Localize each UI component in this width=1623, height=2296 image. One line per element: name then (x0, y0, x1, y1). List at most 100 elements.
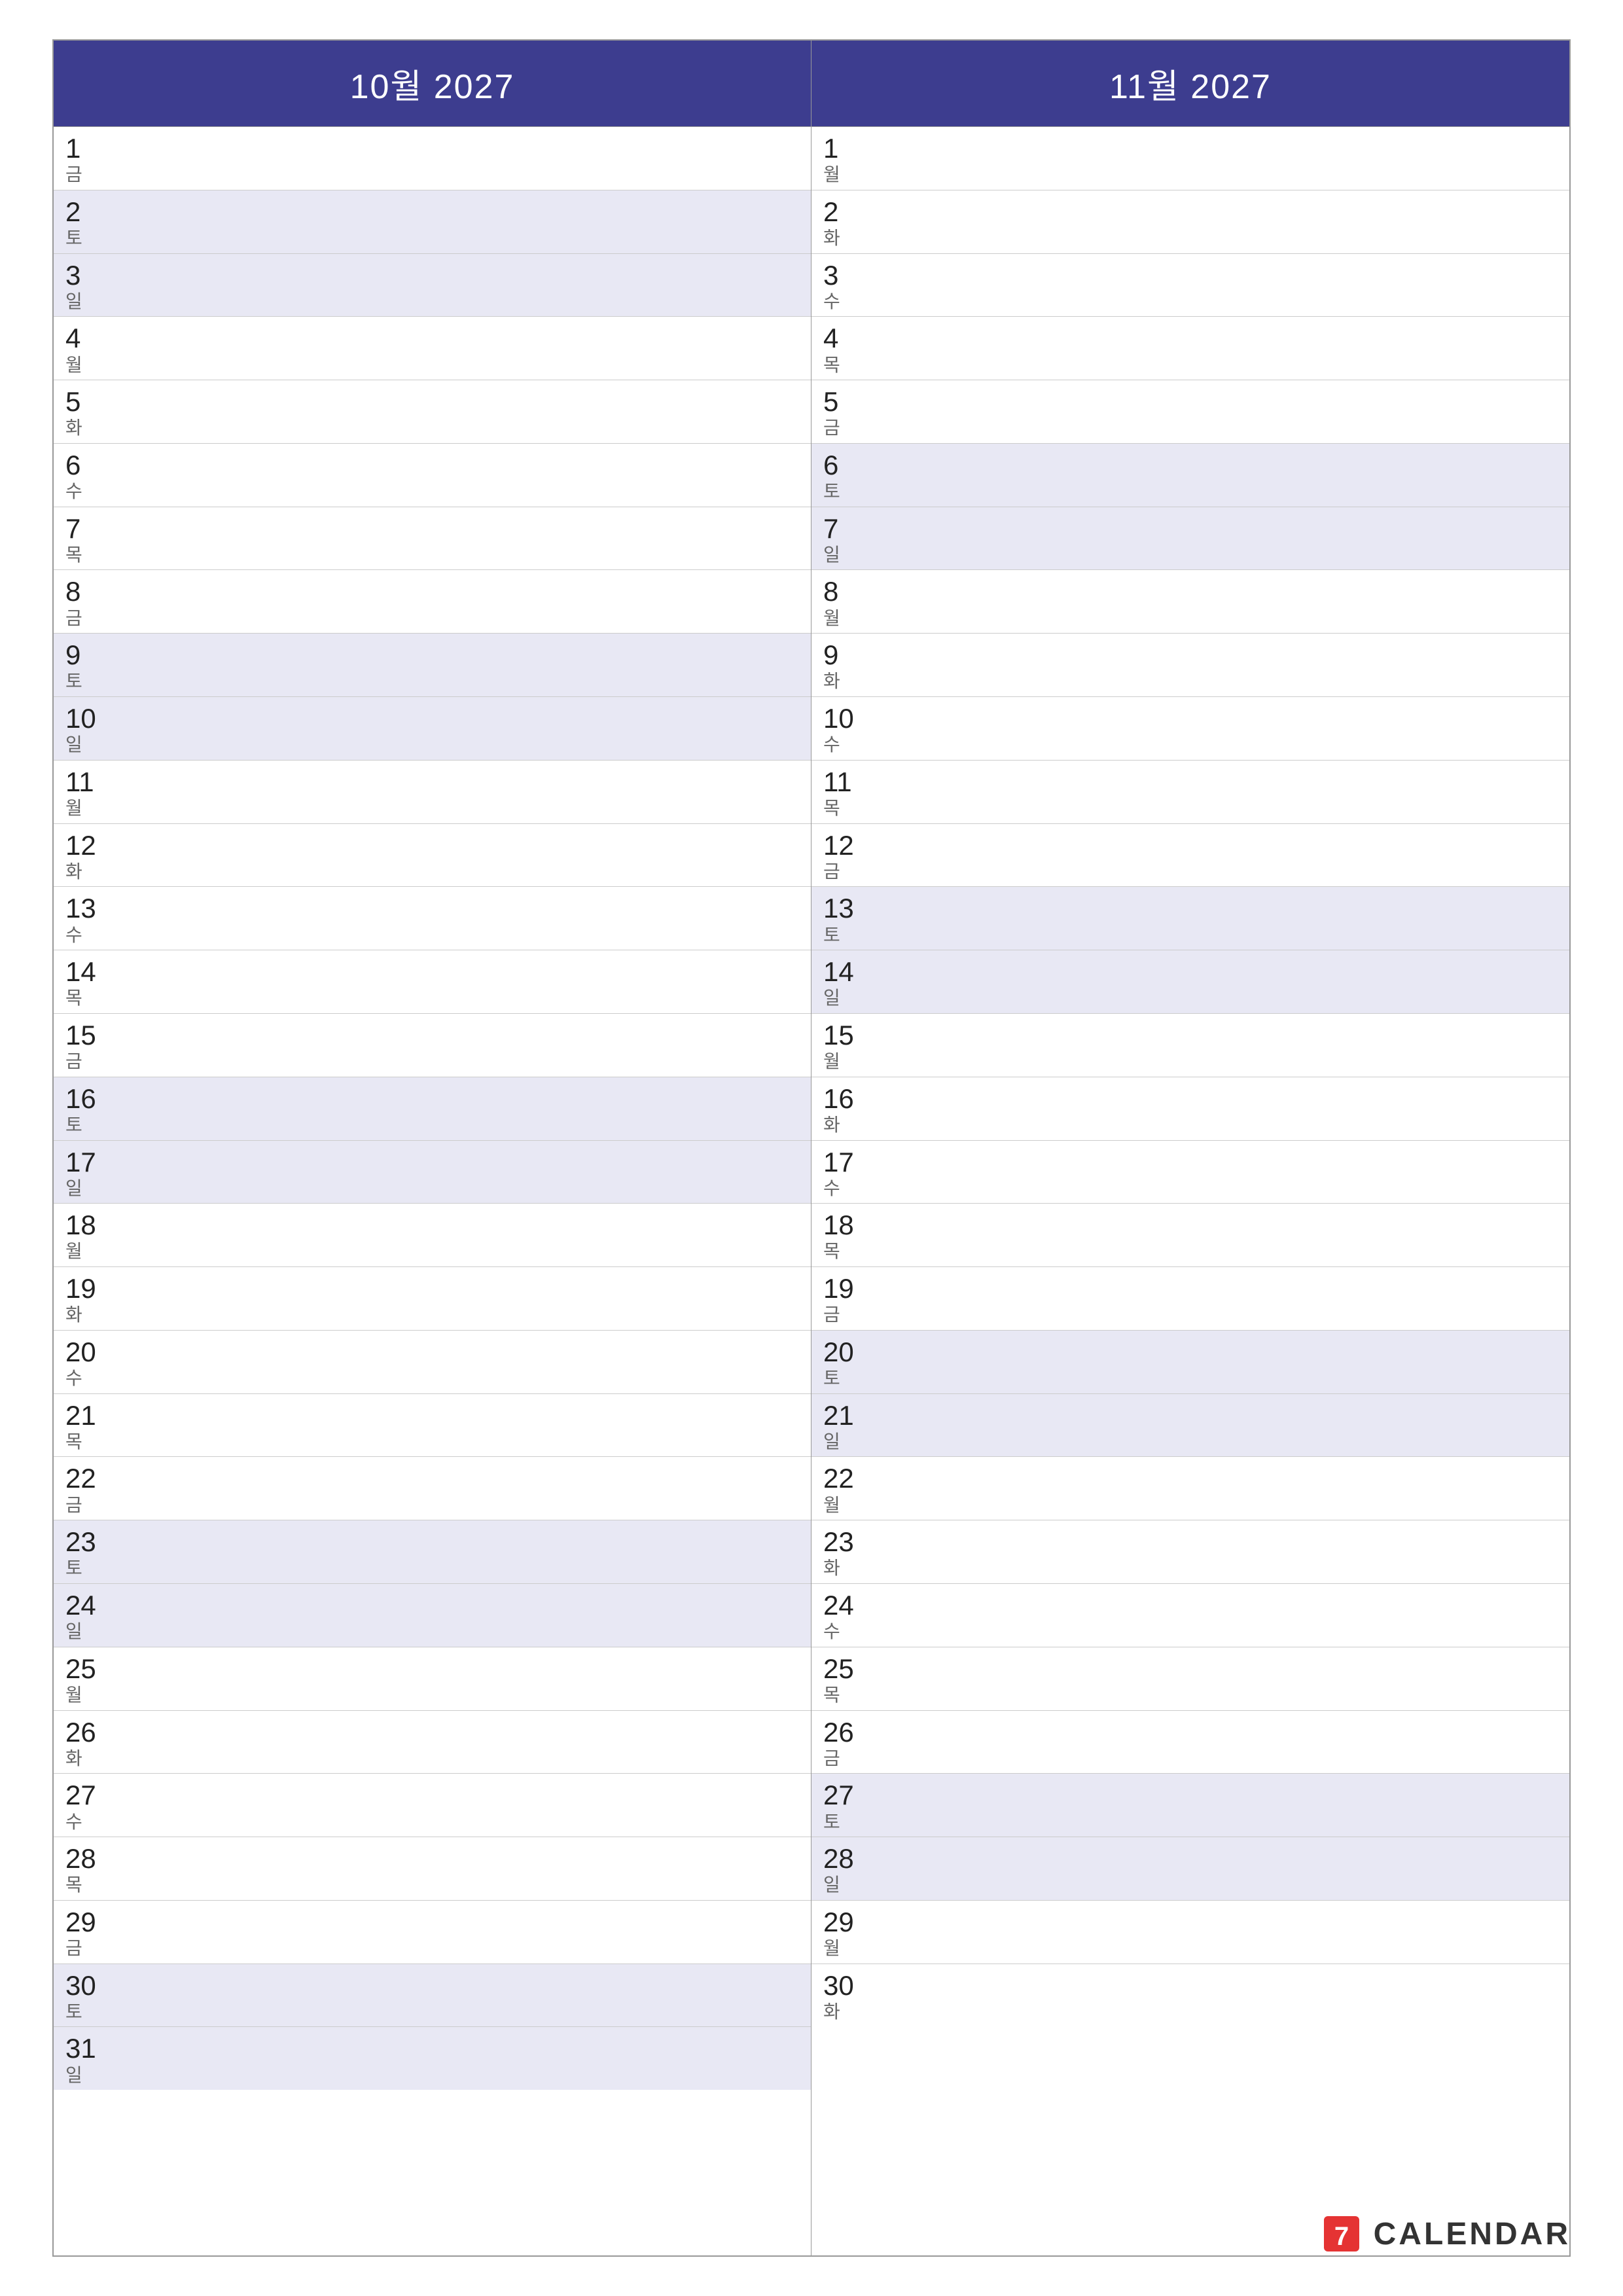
day-label: 19화 (54, 1267, 126, 1330)
day-content (883, 887, 1569, 950)
day-row: 25월 (54, 1647, 811, 1711)
day-name: 일 (65, 734, 82, 756)
day-name: 월 (65, 1684, 82, 1706)
day-number: 5 (823, 387, 838, 417)
day-name: 화 (823, 670, 840, 692)
day-content (126, 1647, 811, 1710)
day-number: 5 (65, 387, 80, 417)
day-row: 28목 (54, 1837, 811, 1901)
day-row: 25목 (812, 1647, 1569, 1711)
day-label: 16화 (812, 1077, 883, 1140)
day-row: 26화 (54, 1711, 811, 1774)
day-number: 25 (823, 1654, 854, 1684)
day-label: 18월 (54, 1204, 126, 1266)
day-name: 금 (823, 1748, 840, 1770)
day-row: 16토 (54, 1077, 811, 1141)
day-content (126, 950, 811, 1013)
day-name: 금 (823, 417, 840, 439)
brand-text: CALENDAR (1374, 2216, 1571, 2252)
day-name: 일 (823, 1874, 840, 1896)
day-content (883, 1141, 1569, 1204)
day-number: 2 (823, 197, 838, 227)
november-header: 11월 2027 (812, 41, 1569, 127)
day-number: 24 (823, 1590, 854, 1621)
day-label: 4월 (54, 317, 126, 380)
month-november: 11월 2027 1월2화3수4목5금6토7일8월9화10수11목12금13토1… (812, 41, 1569, 2255)
day-name: 토 (65, 1114, 82, 1136)
day-label: 27수 (54, 1774, 126, 1837)
day-name: 화 (823, 1557, 840, 1579)
day-row: 29금 (54, 1901, 811, 1964)
day-name: 화 (65, 861, 82, 883)
day-name: 목 (65, 544, 82, 566)
day-content (883, 1267, 1569, 1330)
day-label: 25월 (54, 1647, 126, 1710)
day-label: 8월 (812, 570, 883, 633)
day-content (126, 444, 811, 507)
day-name: 월 (823, 1050, 840, 1073)
day-name: 월 (65, 1240, 82, 1263)
day-number: 31 (65, 2034, 96, 2064)
day-content (883, 1204, 1569, 1266)
day-row: 4월 (54, 317, 811, 380)
day-number: 6 (823, 450, 838, 480)
day-name: 화 (823, 1114, 840, 1136)
day-name: 토 (65, 670, 82, 692)
day-label: 14목 (54, 950, 126, 1013)
day-row: 8금 (54, 570, 811, 634)
day-row: 12화 (54, 824, 811, 888)
day-row: 15금 (54, 1014, 811, 1077)
day-number: 15 (65, 1020, 96, 1050)
day-number: 19 (65, 1274, 96, 1304)
day-name: 목 (65, 1431, 82, 1453)
day-row: 11목 (812, 761, 1569, 824)
day-row: 2화 (812, 190, 1569, 254)
day-number: 22 (65, 1463, 96, 1494)
day-label: 23화 (812, 1520, 883, 1583)
day-name: 토 (65, 2001, 82, 2023)
day-number: 10 (65, 704, 96, 734)
day-row: 27수 (54, 1774, 811, 1837)
month-october: 10월 2027 1금2토3일4월5화6수7목8금9토10일11월12화13수1… (54, 41, 812, 2255)
day-number: 3 (65, 260, 80, 291)
day-label: 6토 (812, 444, 883, 507)
day-name: 월 (823, 1937, 840, 1960)
day-row: 23화 (812, 1520, 1569, 1584)
day-content (126, 1267, 811, 1330)
day-number: 3 (823, 260, 838, 291)
day-row: 29월 (812, 1901, 1569, 1964)
day-label: 3수 (812, 254, 883, 317)
day-label: 10수 (812, 697, 883, 760)
day-name: 월 (65, 797, 82, 819)
day-content (883, 1964, 1569, 2027)
day-name: 수 (65, 1811, 82, 1833)
day-name: 수 (65, 924, 82, 946)
day-label: 19금 (812, 1267, 883, 1330)
day-name: 화 (65, 1304, 82, 1326)
day-row: 6수 (54, 444, 811, 507)
day-row: 30토 (54, 1964, 811, 2028)
day-content (883, 950, 1569, 1013)
day-name: 금 (65, 1050, 82, 1073)
day-number: 2 (65, 197, 80, 227)
brand-icon: 7 (1319, 2211, 1364, 2257)
day-content (883, 1837, 1569, 1900)
day-row: 14목 (54, 950, 811, 1014)
day-label: 21목 (54, 1394, 126, 1457)
day-number: 7 (823, 514, 838, 544)
day-label: 13토 (812, 887, 883, 950)
day-number: 11 (65, 767, 94, 797)
day-content (126, 570, 811, 633)
day-row: 7일 (812, 507, 1569, 571)
day-name: 금 (823, 1304, 840, 1326)
day-label: 10일 (54, 697, 126, 760)
day-content (883, 1077, 1569, 1140)
day-number: 26 (823, 1717, 854, 1748)
day-number: 21 (823, 1401, 854, 1431)
day-label: 20토 (812, 1331, 883, 1393)
day-content (883, 507, 1569, 570)
day-row: 28일 (812, 1837, 1569, 1901)
day-name: 토 (65, 227, 82, 249)
day-row: 30화 (812, 1964, 1569, 2027)
day-name: 토 (823, 1367, 840, 1390)
